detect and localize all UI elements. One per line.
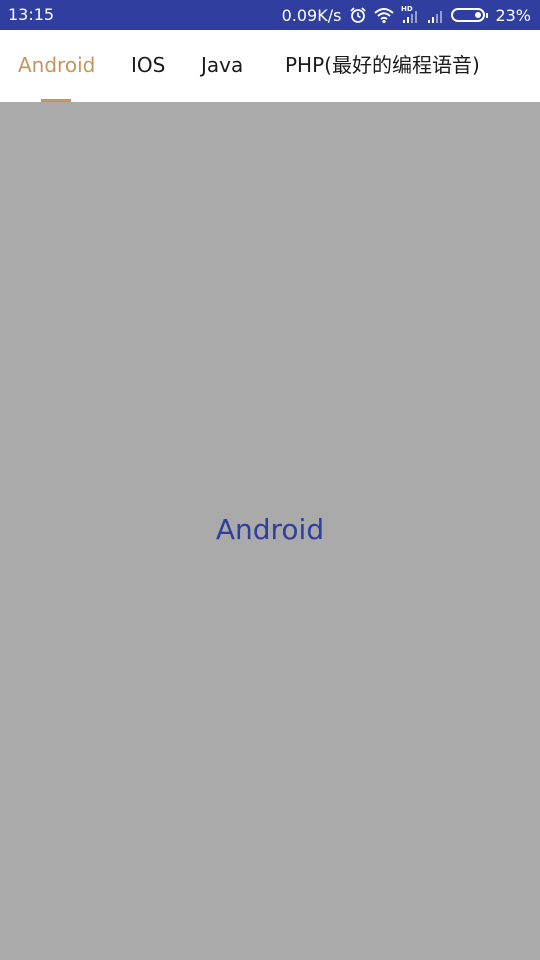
tab-java[interactable]: Java [201,30,243,102]
battery-icon [451,8,489,22]
battery-percent: 23% [495,5,531,25]
battery-level [475,12,482,18]
signal-icon [427,6,445,24]
app-screen: 13:15 0.09K/s HD 23% Android IOS Java PH… [0,0,540,960]
tab-content: Android [0,102,540,960]
svg-text:HD: HD [401,5,413,13]
status-time: 13:15 [8,5,55,24]
status-bar: 13:15 0.09K/s HD 23% [0,0,540,30]
alarm-icon [349,6,367,24]
battery-outline [451,8,489,22]
status-indicators: 0.09K/s HD 23% [282,0,531,30]
content-title: Android [215,513,325,546]
tab-bar: Android IOS Java PHP(最好的编程语音) [0,30,540,102]
battery-cap [486,13,489,18]
tab-android[interactable]: Android [18,30,95,102]
wifi-icon [373,6,395,24]
network-speed: 0.09K/s [281,5,342,25]
tab-ios[interactable]: IOS [131,30,165,102]
hd-signal-icon: HD [401,5,421,25]
tab-php[interactable]: PHP(最好的编程语音) [285,30,480,102]
